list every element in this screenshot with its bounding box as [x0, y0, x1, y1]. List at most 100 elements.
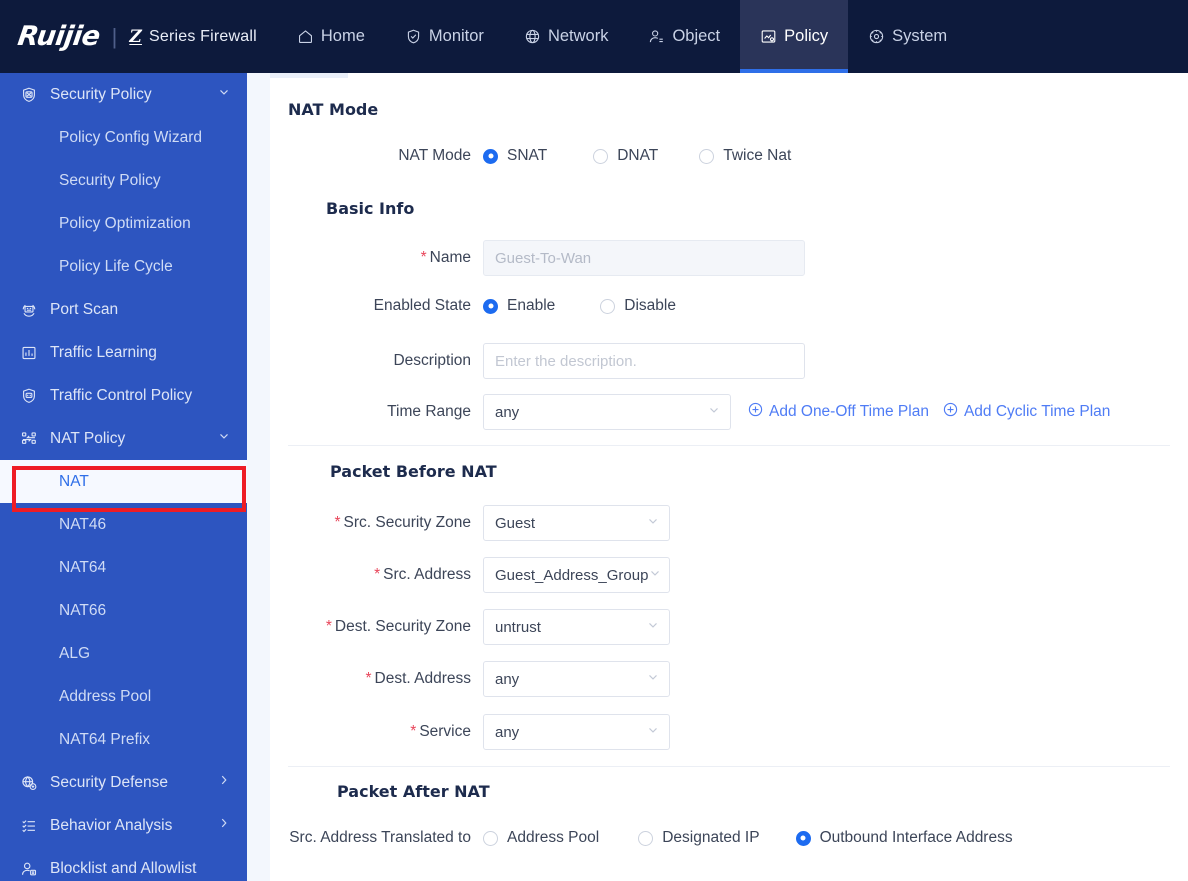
radio-nat-mode-dnat[interactable]: DNAT [593, 147, 658, 165]
sidebar-item-traffic-learning[interactable]: Traffic Learning [0, 331, 247, 374]
description-input[interactable]: Enter the description. [483, 343, 805, 379]
field-row-dest-address: * Dest. Address any [270, 661, 670, 697]
required-marker: * [365, 670, 372, 687]
radio-nat-mode-snat[interactable]: SNAT [483, 147, 547, 165]
chevron-right-icon [217, 773, 231, 792]
service-value: any [495, 723, 520, 741]
sidebar-item-nat64-prefix[interactable]: NAT64 Prefix [0, 718, 247, 761]
sidebar-label-security-policy: Security Policy [50, 85, 152, 103]
plus-circle-icon [748, 402, 763, 422]
chevron-down-icon [646, 618, 660, 636]
top-header-bar: Ruijie | Z Series Firewall Home Monitor … [0, 0, 1188, 73]
sidebar-label-nat46: NAT46 [59, 515, 107, 533]
required-marker: * [410, 723, 417, 740]
sidebar-item-port-scan[interactable]: Port Scan [0, 288, 247, 331]
src-address-select[interactable]: Guest_Address_Group [483, 557, 670, 593]
sidebar-item-behavior-analysis[interactable]: Behavior Analysis [0, 804, 247, 847]
dest-security-zone-select[interactable]: untrust [483, 609, 670, 645]
nav-label-network: Network [547, 27, 609, 45]
z-series-icon: Z [129, 26, 142, 47]
globe-icon [524, 28, 541, 45]
radio-dot-address-pool [483, 830, 498, 846]
radio-label-outbound-interface-address: Outbound Interface Address [819, 829, 1013, 846]
radio-enabled-state-disable[interactable]: Disable [600, 297, 676, 315]
sidebar-item-traffic-control-policy[interactable]: Traffic Control Policy [0, 374, 247, 417]
section-divider [288, 445, 1170, 446]
label-src-address-text: Src. Address [383, 566, 471, 583]
sidebar-item-policy-config-wizard[interactable]: Policy Config Wizard [0, 116, 247, 159]
nav-item-monitor[interactable]: Monitor [385, 0, 504, 73]
radio-outbound-interface-address[interactable]: Outbound Interface Address [795, 829, 1013, 847]
radio-designated-ip[interactable]: Designated IP [638, 829, 760, 847]
sidebar-item-policy-life-cycle[interactable]: Policy Life Cycle [0, 245, 247, 288]
label-dest-security-zone-text: Dest. Security Zone [334, 618, 471, 635]
sidebar-item-nat[interactable]: NAT [0, 460, 247, 503]
time-range-select[interactable]: any [483, 394, 731, 430]
label-dest-address: * Dest. Address [270, 670, 483, 688]
label-time-range: Time Range [387, 403, 471, 420]
section-title-basic-info: Basic Info [326, 199, 415, 218]
nat-policy-icon [18, 429, 40, 449]
sidebar-item-security-defense[interactable]: Security Defense [0, 761, 247, 804]
left-sidebar: Security Policy Policy Config Wizard Sec… [0, 73, 247, 881]
radio-dot-dnat [593, 148, 609, 164]
field-row-time-range: Time Range any Add One-Off Time Plan Add… [270, 394, 1110, 430]
security-defense-icon [18, 773, 40, 793]
sidebar-item-nat-policy[interactable]: NAT Policy [0, 417, 247, 460]
sidebar-item-nat66[interactable]: NAT66 [0, 589, 247, 632]
nav-item-system[interactable]: System [848, 0, 967, 73]
add-one-off-time-plan-button[interactable]: Add One-Off Time Plan [748, 402, 929, 422]
radio-enabled-state-enable[interactable]: Enable [483, 297, 555, 315]
radio-label-snat: SNAT [507, 147, 548, 164]
radio-address-pool[interactable]: Address Pool [483, 829, 599, 847]
sidebar-item-nat64[interactable]: NAT64 [0, 546, 247, 589]
field-row-description: Description Enter the description. [270, 343, 805, 379]
sidebar-label-traffic-control-policy: Traffic Control Policy [50, 386, 193, 404]
field-row-nat-mode: NAT Mode SNAT DNAT Twice Nat [270, 147, 791, 165]
service-select[interactable]: any [483, 714, 670, 750]
add-one-off-time-plan-label: Add One-Off Time Plan [769, 403, 929, 420]
sidebar-item-nat46[interactable]: NAT46 [0, 503, 247, 546]
sidebar-item-policy-optimization[interactable]: Policy Optimization [0, 202, 247, 245]
radio-dot-designated-ip [638, 830, 654, 846]
sidebar-label-security-defense: Security Defense [50, 773, 169, 791]
radio-label-address-pool: Address Pool [507, 829, 600, 846]
nav-item-network[interactable]: Network [504, 0, 629, 73]
sidebar-label-traffic-learning: Traffic Learning [50, 343, 157, 361]
sidebar-label-behavior-analysis: Behavior Analysis [50, 816, 173, 834]
add-cyclic-time-plan-button[interactable]: Add Cyclic Time Plan [943, 402, 1110, 422]
src-security-zone-select[interactable]: Guest [483, 505, 670, 541]
bar-chart-icon [18, 343, 40, 363]
radio-nat-mode-twice-nat[interactable]: Twice Nat [699, 147, 791, 165]
name-input-value: Guest-To-Wan [495, 249, 592, 267]
label-description: Description [393, 352, 471, 369]
chevron-down-icon [707, 403, 721, 421]
product-name-text: Series Firewall [148, 27, 257, 45]
label-service: * Service [270, 723, 483, 741]
radio-group-nat-mode: SNAT DNAT Twice Nat [483, 147, 791, 165]
brand-logo-area: Ruijie | Z Series Firewall [0, 0, 265, 73]
sidebar-item-security-policy[interactable]: Security Policy [0, 73, 247, 116]
chevron-right-icon [217, 816, 231, 835]
security-policy-icon [18, 85, 40, 105]
sidebar-label-policy-life-cycle: Policy Life Cycle [59, 257, 173, 275]
sidebar-item-alg[interactable]: ALG [0, 632, 247, 675]
nav-item-home[interactable]: Home [277, 0, 385, 73]
field-row-enabled-state: Enabled State Enable Disable [270, 297, 676, 315]
nav-item-policy[interactable]: Policy [740, 0, 849, 73]
nav-label-object: Object [672, 27, 721, 45]
sidebar-label-nat-policy: NAT Policy [50, 429, 126, 447]
gear-icon [868, 28, 885, 45]
section-title-packet-before-nat: Packet Before NAT [330, 462, 497, 481]
radio-label-enable: Enable [507, 297, 556, 314]
sidebar-item-address-pool[interactable]: Address Pool [0, 675, 247, 718]
dest-address-select[interactable]: any [483, 661, 670, 697]
name-input[interactable]: Guest-To-Wan [483, 240, 805, 276]
field-row-dest-security-zone: * Dest. Security Zone untrust [270, 609, 670, 645]
nav-item-object[interactable]: Object [628, 0, 740, 73]
dest-address-value: any [495, 670, 520, 688]
sidebar-item-blocklist-and-allowlist[interactable]: Blocklist and Allowlist [0, 847, 247, 881]
radio-dot-outbound-interface-address [795, 830, 811, 846]
nav-label-home: Home [320, 27, 365, 45]
sidebar-item-security-policy-sub[interactable]: Security Policy [0, 159, 247, 202]
